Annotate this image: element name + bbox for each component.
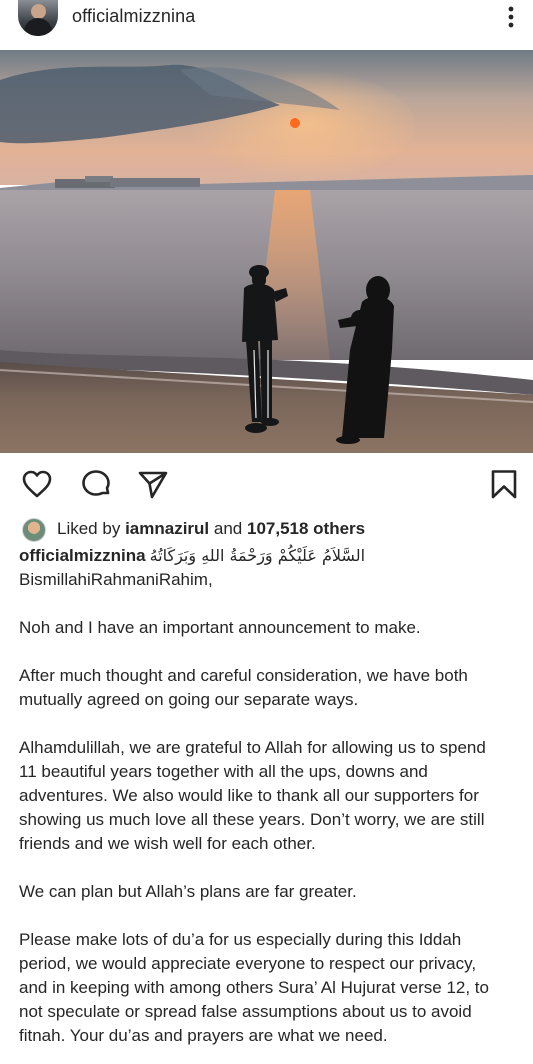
send-icon[interactable] [137, 468, 169, 500]
post-photo[interactable] [0, 50, 533, 453]
post-action-bar [0, 453, 533, 513]
post-caption: officialmizznina السَّلاَمُ عَلَيْكُمْ وَ… [19, 544, 524, 1048]
caption-paragraph-gap [19, 592, 524, 616]
liker-username[interactable]: iamnazirul [125, 519, 209, 538]
caption-line: We can plan but Allah’s plans are far gr… [19, 882, 357, 901]
caption-line: period, we would appreciate everyone to … [19, 954, 477, 973]
caption-line: showing us much love all these years. Do… [19, 810, 485, 829]
post-username[interactable]: officialmizznina [72, 6, 195, 27]
beach-sunset-image [0, 50, 533, 453]
avatar-body [24, 18, 52, 36]
caption-username[interactable]: officialmizznina [19, 546, 146, 565]
caption-line: mutually agreed on going our separate wa… [19, 690, 359, 709]
likes-count[interactable]: 107,518 others [247, 519, 365, 538]
caption-line: not speculate or spread false assumption… [19, 1002, 472, 1021]
caption-line: Noh and I have an important announcement… [19, 618, 421, 637]
caption-paragraph-gap [19, 856, 524, 880]
likes-prefix: Liked by [57, 519, 121, 538]
caption-greeting: السَّلاَمُ عَلَيْكُمْ وَرَحْمَةُ اللهِ و… [149, 546, 366, 565]
caption-line: and in keeping with among others Sura’ A… [19, 978, 489, 997]
avatar-face [31, 4, 46, 19]
likes-summary[interactable]: Liked by iamnazirul and 107,518 others [57, 519, 365, 539]
caption-line: fitnah. Your du’as and prayers are what … [19, 1026, 388, 1045]
caption-paragraph-gap [19, 904, 524, 928]
caption-first-line: officialmizznina السَّلاَمُ عَلَيْكُمْ وَ… [19, 544, 524, 568]
heart-icon[interactable] [21, 468, 53, 500]
comment-icon[interactable] [80, 468, 112, 500]
caption-line: After much thought and careful considera… [19, 666, 468, 685]
caption-paragraph-gap [19, 640, 524, 664]
bookmark-icon[interactable] [488, 468, 520, 500]
likes-row[interactable]: Liked by iamnazirul and 107,518 others [0, 513, 533, 545]
caption-line: 11 beautiful years together with all the… [19, 762, 428, 781]
caption-body: BismillahiRahmaniRahim, Noh and I have an… [19, 568, 524, 1048]
caption-line: adventures. We also would like to thank … [19, 786, 479, 805]
caption-line: Please make lots of du’a for us especial… [19, 930, 462, 949]
liker-avatar[interactable] [22, 518, 46, 542]
caption-line: Alhamdulillah, we are grateful to Allah … [19, 738, 486, 757]
profile-avatar[interactable] [18, 0, 58, 36]
caption-line: friends and we wish well for each other. [19, 834, 316, 853]
post-header: officialmizznina [0, 0, 533, 50]
likes-middle: and [213, 519, 243, 538]
caption-paragraph-gap [19, 712, 524, 736]
more-vertical-icon[interactable] [500, 4, 522, 30]
caption-line: BismillahiRahmaniRahim, [19, 570, 213, 589]
